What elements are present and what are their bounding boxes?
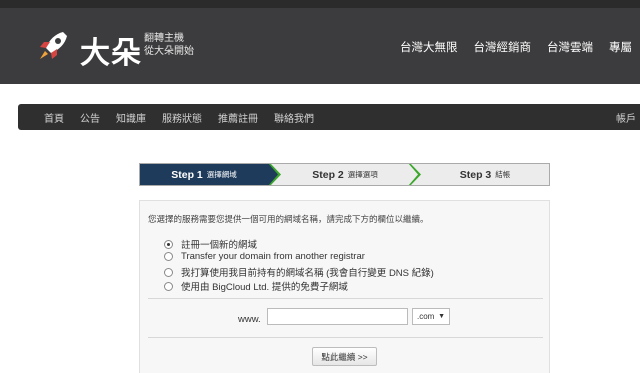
step-2: Step 2 選擇選項 (280, 164, 410, 185)
option-label: 使用由 BigCloud Ltd. 提供的免費子網域 (181, 282, 348, 293)
domain-choice-panel: 您選擇的服務需要您提供一個可用的網域名稱，請完成下方的欄位以繼續。 註冊一個新的… (139, 200, 550, 373)
step-3: Step 3 結帳 (420, 164, 549, 185)
brand-tagline: 翻轉主機 從大朵開始 (144, 32, 194, 58)
top-nav-item[interactable]: 台灣雲端 (547, 39, 593, 55)
nav-item-account[interactable]: 帳戶 (616, 110, 636, 125)
step-number: Step 3 (459, 168, 492, 181)
nav-item-contact[interactable]: 聯絡我們 (274, 110, 314, 125)
option-transfer-domain[interactable]: Transfer your domain from another regist… (164, 251, 365, 262)
divider (148, 337, 543, 338)
nav-item-server-status[interactable]: 服務狀態 (162, 110, 202, 125)
brand-tagline-line1: 翻轉主機 (144, 33, 184, 44)
step-number: Step 2 (312, 168, 344, 181)
top-nav: 台灣大無限 台灣經銷商 台灣雲端 專屬 (384, 39, 632, 55)
step-label: 選擇網域 (206, 170, 237, 179)
rocket-logo-icon[interactable] (33, 26, 73, 66)
domain-input[interactable] (267, 308, 408, 325)
main-nav-bar: 首頁 公告 知識庫 服務狀態 推薦註冊 聯絡我們 帳戶 (18, 104, 640, 130)
step-1: Step 1 選擇網域 (140, 164, 268, 185)
top-nav-item[interactable]: 台灣經銷商 (474, 39, 532, 55)
nav-item-home[interactable]: 首頁 (44, 110, 64, 125)
site-header: 大朵 翻轉主機 從大朵開始 台灣大無限 台灣經銷商 台灣雲端 專屬 (0, 8, 640, 84)
step-label: 選擇選項 (347, 170, 378, 179)
tld-value: .com (417, 312, 435, 321)
continue-button[interactable]: 點此繼續 >> (312, 347, 377, 366)
radio-button[interactable] (164, 267, 173, 277)
option-register-domain[interactable]: 註冊一個新的網域 (164, 237, 257, 251)
option-free-subdomain[interactable]: 使用由 BigCloud Ltd. 提供的免費子網域 (164, 279, 348, 293)
divider (148, 298, 543, 299)
option-own-domain[interactable]: 我打算使用我目前持有的網域名稱 (我會自行變更 DNS 紀錄) (164, 265, 434, 279)
brand-name[interactable]: 大朵 (80, 28, 142, 72)
brand-tagline-line2: 從大朵開始 (144, 46, 194, 57)
top-nav-item[interactable]: 專屬 (609, 39, 632, 55)
www-prefix: www. (238, 314, 261, 325)
step-number: Step 1 (171, 168, 203, 181)
option-label: 我打算使用我目前持有的網域名稱 (我會自行變更 DNS 紀錄) (181, 268, 434, 279)
radio-button[interactable] (164, 252, 173, 261)
intro-text: 您選擇的服務需要您提供一個可用的網域名稱，請完成下方的欄位以繼續。 (148, 214, 429, 224)
nav-item-affiliates[interactable]: 推薦註冊 (218, 110, 258, 125)
step-label: 結帳 (495, 170, 511, 179)
top-strip (0, 0, 640, 8)
radio-button[interactable] (164, 281, 173, 291)
main-nav: 首頁 公告 知識庫 服務狀態 推薦註冊 聯絡我們 (44, 110, 330, 125)
chevron-down-icon: ▼ (438, 313, 445, 320)
nav-item-announcements[interactable]: 公告 (80, 110, 100, 125)
radio-button[interactable] (164, 239, 173, 249)
option-label: Transfer your domain from another regist… (181, 251, 365, 262)
top-nav-item[interactable]: 台灣大無限 (400, 39, 458, 55)
tld-select[interactable]: .com ▼ (412, 308, 450, 325)
checkout-steps: Step 1 選擇網域 Step 2 選擇選項 Step 3 結帳 (139, 163, 550, 186)
option-label: 註冊一個新的網域 (181, 240, 258, 251)
nav-item-knowledgebase[interactable]: 知識庫 (116, 110, 146, 125)
